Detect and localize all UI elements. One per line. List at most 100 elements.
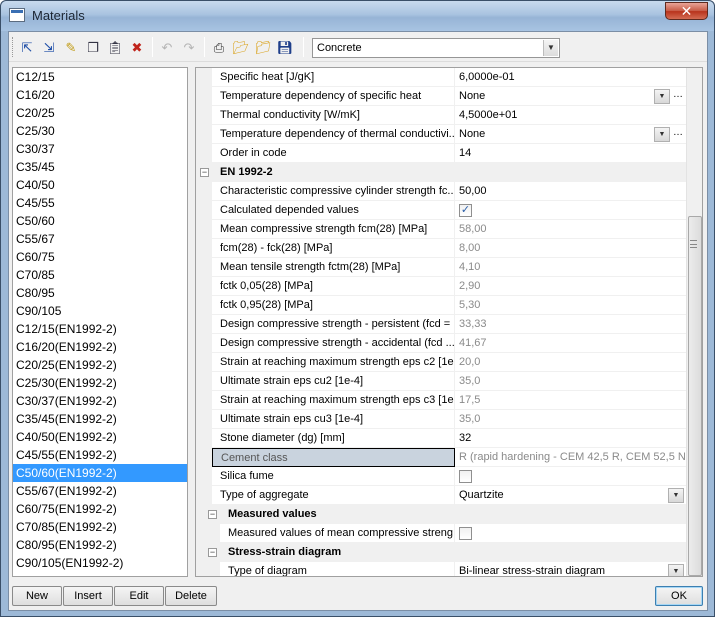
list-item[interactable]: C70/85(EN1992-2) (13, 518, 187, 536)
prop-row-eps-c3[interactable]: Strain at reaching maximum strength eps … (196, 391, 686, 410)
prop-row-eps-cu2[interactable]: Ultimate strain eps cu2 [1e-4] 35,0 (196, 372, 686, 391)
list-item[interactable]: C25/30(EN1992-2) (13, 374, 187, 392)
prop-row-eps-cu3[interactable]: Ultimate strain eps cu3 [1e-4] 35,0 (196, 410, 686, 429)
close-button[interactable]: ✕ (665, 2, 708, 20)
list-item[interactable]: C40/50 (13, 176, 187, 194)
new-button[interactable]: New (12, 586, 62, 606)
prop-row-silica-fume[interactable]: Silica fume (196, 467, 686, 486)
title-bar[interactable]: Materials ✕ (1, 1, 714, 31)
prop-row-fcm[interactable]: Mean compressive strength fcm(28) [MPa] … (196, 220, 686, 239)
collapse-icon[interactable]: − (208, 548, 217, 557)
list-item[interactable]: C45/55 (13, 194, 187, 212)
prop-value[interactable]: None (455, 125, 686, 144)
list-item[interactable]: C80/95 (13, 284, 187, 302)
open-folder-icon[interactable]: 📁︎ (253, 37, 273, 57)
list-item[interactable]: C20/25 (13, 104, 187, 122)
prop-row-calculated-depended[interactable]: Calculated depended values ✓ (196, 201, 686, 220)
prop-row-stone-diameter[interactable]: Stone diameter (dg) [mm] 32 (196, 429, 686, 448)
delete-button[interactable]: Delete (165, 586, 217, 606)
undo-icon[interactable]: ↶ (157, 37, 177, 57)
delete-icon[interactable]: ✖ (127, 37, 147, 57)
chevron-down-icon[interactable]: ▼ (668, 564, 684, 576)
material-list[interactable]: C12/15 C16/20 C20/25 C25/30 C30/37 C35/45 C40/… (12, 67, 188, 577)
list-item[interactable]: C25/30 (13, 122, 187, 140)
list-item[interactable]: C70/85 (13, 266, 187, 284)
prop-row-specific-heat[interactable]: Specific heat [J/gK] 6,0000e-01 (196, 68, 686, 87)
material-type-select[interactable]: Concrete ▼ (312, 38, 560, 58)
prop-value[interactable]: Bi-linear stress-strain diagram (455, 562, 686, 576)
prop-value[interactable]: Quartzite (455, 486, 686, 505)
silica-fume-checkbox[interactable] (459, 470, 472, 483)
property-scrollbar[interactable] (686, 68, 702, 576)
paste-icon[interactable]: 📋︎ (105, 37, 125, 57)
category-measured-values[interactable]: − Measured values (196, 505, 686, 524)
list-item[interactable]: C50/60(EN1992-2) (13, 464, 187, 482)
list-item[interactable]: C30/37 (13, 140, 187, 158)
list-item[interactable]: C45/55(EN1992-2) (13, 446, 187, 464)
insert-button[interactable]: Insert (63, 586, 113, 606)
list-item[interactable]: C55/67 (13, 230, 187, 248)
copy-icon[interactable]: ❐ (83, 37, 103, 57)
prop-value[interactable]: None (455, 87, 686, 106)
prop-row-cement-class[interactable]: Cement class R (rapid hardening - CEM 42… (196, 448, 686, 467)
prop-value[interactable]: 4,5000e+01 (455, 106, 686, 125)
list-item[interactable]: C90/105 (13, 302, 187, 320)
chevron-down-icon[interactable]: ▼ (668, 488, 684, 503)
collapse-icon[interactable]: − (208, 510, 217, 519)
scrollbar-thumb[interactable] (688, 216, 702, 576)
category-en1992-2[interactable]: − EN 1992-2 (196, 163, 686, 182)
prop-value[interactable]: 6,0000e-01 (455, 68, 686, 87)
prop-row-fctk095[interactable]: fctk 0,95(28) [MPa] 5,30 (196, 296, 686, 315)
prop-row-temp-dep-specific-heat[interactable]: Temperature dependency of specific heat … (196, 87, 686, 106)
export-icon[interactable]: ⇲ (39, 37, 59, 57)
list-item[interactable]: C20/25(EN1992-2) (13, 356, 187, 374)
list-item[interactable]: C12/15(EN1992-2) (13, 320, 187, 338)
list-item[interactable]: C16/20 (13, 86, 187, 104)
ellipsis-button[interactable]: … (671, 89, 685, 104)
calculated-checkbox[interactable]: ✓ (459, 204, 472, 217)
import-icon[interactable]: ⇱ (17, 37, 37, 57)
save-icon[interactable]: 💾︎ (275, 37, 295, 57)
list-item[interactable]: C90/105(EN1992-2) (13, 554, 187, 572)
list-item[interactable]: C55/67(EN1992-2) (13, 482, 187, 500)
list-item[interactable]: C16/20(EN1992-2) (13, 338, 187, 356)
list-item[interactable]: C60/75(EN1992-2) (13, 500, 187, 518)
prop-row-diagram-type[interactable]: Type of diagram Bi-linear stress-strain … (196, 562, 686, 576)
prop-value[interactable]: 50,00 (455, 182, 686, 201)
edit-button[interactable]: Edit (114, 586, 164, 606)
prop-row-aggregate[interactable]: Type of aggregate Quartzite ▼ (196, 486, 686, 505)
prop-row-fck[interactable]: Characteristic compressive cylinder stre… (196, 182, 686, 201)
list-item[interactable]: C12/15 (13, 68, 187, 86)
prop-row-eps-c2[interactable]: Strain at reaching maximum strength eps … (196, 353, 686, 372)
list-item[interactable]: C35/45 (13, 158, 187, 176)
ok-button[interactable]: OK (655, 586, 703, 606)
list-item[interactable]: C35/45(EN1992-2) (13, 410, 187, 428)
toolbar-grip[interactable] (12, 37, 15, 57)
list-item[interactable]: C50/60 (13, 212, 187, 230)
list-item[interactable]: C40/50(EN1992-2) (13, 428, 187, 446)
prop-row-temp-dep-thermal-cond[interactable]: Temperature dependency of thermal conduc… (196, 125, 686, 144)
chevron-down-icon[interactable]: ▼ (654, 127, 670, 142)
open-folder-icon[interactable]: 📂︎ (231, 37, 251, 57)
edit-pencil-icon[interactable]: ✎ (61, 37, 81, 57)
prop-row-fcd-accidental[interactable]: Design compressive strength - accidental… (196, 334, 686, 353)
list-item[interactable]: C60/75 (13, 248, 187, 266)
prop-value[interactable]: 32 (455, 429, 686, 448)
prop-row-fcd-persistent[interactable]: Design compressive strength - persistent… (196, 315, 686, 334)
list-item[interactable]: C80/95(EN1992-2) (13, 536, 187, 554)
print-icon[interactable]: ⎙ (209, 37, 229, 57)
prop-row-order-in-code[interactable]: Order in code 14 (196, 144, 686, 163)
prop-row-fcm-fck[interactable]: fcm(28) - fck(28) [MPa] 8,00 (196, 239, 686, 258)
redo-icon[interactable]: ↷ (179, 37, 199, 57)
prop-value[interactable]: R (rapid hardening - CEM 42,5 R, CEM 52,… (455, 448, 686, 467)
prop-row-measured-mean-compressive[interactable]: Measured values of mean compressive stre… (196, 524, 686, 543)
ellipsis-button[interactable]: … (671, 127, 685, 142)
chevron-down-icon[interactable]: ▼ (543, 40, 558, 56)
category-stress-strain[interactable]: − Stress-strain diagram (196, 543, 686, 562)
chevron-down-icon[interactable]: ▼ (654, 89, 670, 104)
list-item[interactable]: C30/37(EN1992-2) (13, 392, 187, 410)
prop-value[interactable]: 14 (455, 144, 686, 163)
prop-row-fctm[interactable]: Mean tensile strength fctm(28) [MPa] 4,1… (196, 258, 686, 277)
prop-row-fctk005[interactable]: fctk 0,05(28) [MPa] 2,90 (196, 277, 686, 296)
prop-row-thermal-conductivity[interactable]: Thermal conductivity [W/mK] 4,5000e+01 (196, 106, 686, 125)
